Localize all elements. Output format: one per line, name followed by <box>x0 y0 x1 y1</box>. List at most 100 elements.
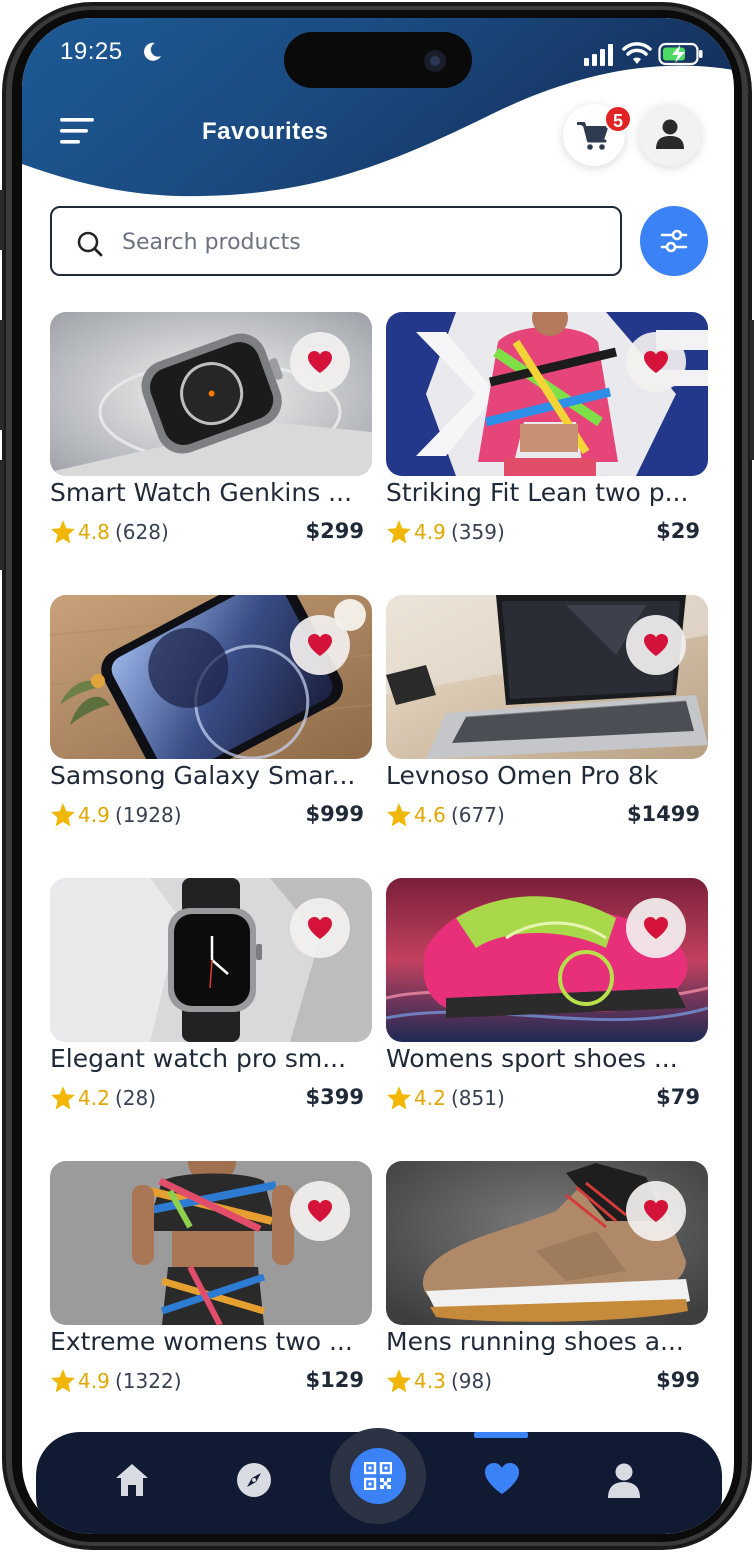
review-count: (628) <box>115 520 169 544</box>
review-count: (851) <box>451 1086 505 1110</box>
heart-icon <box>308 917 332 939</box>
nav-home[interactable] <box>102 1452 162 1512</box>
favourite-toggle[interactable] <box>290 615 350 675</box>
bottom-navigation <box>36 1428 722 1534</box>
product-image-sportswear-top <box>386 312 708 476</box>
star-icon <box>51 520 75 544</box>
nav-favourites[interactable] <box>472 1452 532 1512</box>
wifi-icon <box>622 42 652 64</box>
product-meta: 4.2 (851) $79 <box>386 1084 700 1112</box>
star-icon <box>51 1086 75 1110</box>
qr-code-icon <box>364 1462 392 1490</box>
review-count: (677) <box>451 803 505 827</box>
product-card[interactable]: Levnoso Omen Pro 8k 4.6 (677) $1499 <box>386 595 708 855</box>
product-price: $299 <box>305 519 364 543</box>
product-image-pink-sneaker <box>386 878 708 1042</box>
review-count: (359) <box>451 520 505 544</box>
product-image-laptop <box>386 595 708 759</box>
product-meta: 4.2 (28) $399 <box>50 1084 364 1112</box>
signal-icon <box>584 44 613 66</box>
favourite-toggle[interactable] <box>626 615 686 675</box>
product-card[interactable]: Elegant watch pro sm... 4.2 (28) $399 <box>50 878 372 1138</box>
star-icon <box>387 1086 411 1110</box>
product-rating: 4.8 <box>78 520 110 544</box>
active-tab-indicator <box>474 1432 528 1438</box>
product-image-smartphone <box>50 595 372 759</box>
compass-icon <box>237 1463 271 1497</box>
product-name: Striking Fit Lean two p... <box>386 478 689 507</box>
dynamic-island <box>284 32 472 88</box>
status-time: 19:25 <box>60 38 123 65</box>
heart-icon <box>644 351 668 373</box>
product-meta: 4.6 (677) $1499 <box>386 801 700 829</box>
product-card[interactable]: Mens running shoes a... 4.3 (98) $99 <box>386 1161 708 1421</box>
star-icon <box>387 1369 411 1393</box>
nav-profile[interactable] <box>594 1452 654 1512</box>
favourite-toggle[interactable] <box>290 1181 350 1241</box>
product-price: $29 <box>656 519 700 543</box>
search-input[interactable] <box>120 218 604 266</box>
product-price: $99 <box>656 1368 700 1392</box>
product-name: Mens running shoes a... <box>386 1327 684 1356</box>
product-meta: 4.9 (1322) $129 <box>50 1367 364 1395</box>
product-name: Smart Watch Genkins ... <box>50 478 353 507</box>
favourite-toggle[interactable] <box>626 898 686 958</box>
product-name: Elegant watch pro sm... <box>50 1044 347 1073</box>
product-price: $399 <box>305 1085 364 1109</box>
star-icon <box>387 803 411 827</box>
review-count: (98) <box>451 1369 493 1393</box>
page-title: Favourites <box>202 118 329 145</box>
product-price: $999 <box>305 802 364 826</box>
product-rating: 4.2 <box>414 1086 446 1110</box>
product-meta: 4.9 (1928) $999 <box>50 801 364 829</box>
review-count: (1322) <box>115 1369 182 1393</box>
user-icon <box>656 119 684 149</box>
heart-icon <box>644 1200 668 1222</box>
product-image-sportswear-set <box>50 1161 372 1325</box>
search-bar[interactable] <box>50 206 622 276</box>
battery-charging-icon <box>658 42 703 66</box>
product-name: Samsong Galaxy Smar... <box>50 761 356 790</box>
camera-icon <box>424 50 446 72</box>
favourite-toggle[interactable] <box>626 332 686 392</box>
product-price: $79 <box>656 1085 700 1109</box>
favourite-toggle[interactable] <box>626 1181 686 1241</box>
product-card[interactable]: Smart Watch Genkins ... 4.8 (628) $299 <box>50 312 372 572</box>
product-rating: 4.2 <box>78 1086 110 1110</box>
review-count: (28) <box>115 1086 157 1110</box>
favourite-toggle[interactable] <box>290 898 350 958</box>
heart-icon <box>308 634 332 656</box>
product-name: Extreme womens two ... <box>50 1327 353 1356</box>
product-rating: 4.9 <box>78 1369 110 1393</box>
user-icon <box>608 1463 640 1498</box>
heart-icon <box>644 634 668 656</box>
product-meta: 4.3 (98) $99 <box>386 1367 700 1395</box>
product-image-smartwatch-silver <box>50 312 372 476</box>
phone-stage: 19:25 Favourites 5 Search products Smart… <box>0 0 754 1552</box>
star-icon <box>51 803 75 827</box>
product-image-smartwatch-black <box>50 878 372 1042</box>
menu-icon[interactable] <box>58 114 98 148</box>
product-rating: 4.9 <box>414 520 446 544</box>
star-icon <box>387 520 411 544</box>
product-card[interactable]: Extreme womens two ... 4.9 (1322) $129 <box>50 1161 372 1421</box>
cart-count-badge: 5 <box>604 105 632 133</box>
heart-icon <box>308 1200 332 1222</box>
sliders-icon <box>660 229 688 253</box>
profile-button[interactable] <box>639 104 701 166</box>
app-screen: 19:25 Favourites 5 Search products Smart… <box>22 18 734 1534</box>
status-bar: 19:25 <box>22 18 734 88</box>
product-price: $1499 <box>626 802 700 826</box>
favourite-toggle[interactable] <box>290 332 350 392</box>
product-card[interactable]: Samsong Galaxy Smar... 4.9 (1928) $999 <box>50 595 372 855</box>
product-card[interactable]: Womens sport shoes ... 4.2 (851) $79 <box>386 878 708 1138</box>
filter-button[interactable] <box>640 206 708 276</box>
scan-button[interactable] <box>350 1448 406 1504</box>
star-icon <box>51 1369 75 1393</box>
nav-scan[interactable] <box>330 1428 426 1524</box>
product-price: $129 <box>305 1368 364 1392</box>
nav-explore[interactable] <box>224 1452 284 1512</box>
product-card[interactable]: Striking Fit Lean two p... 4.9 (359) $29 <box>386 312 708 572</box>
product-image-brown-sneaker <box>386 1161 708 1325</box>
product-rating: 4.6 <box>414 803 446 827</box>
